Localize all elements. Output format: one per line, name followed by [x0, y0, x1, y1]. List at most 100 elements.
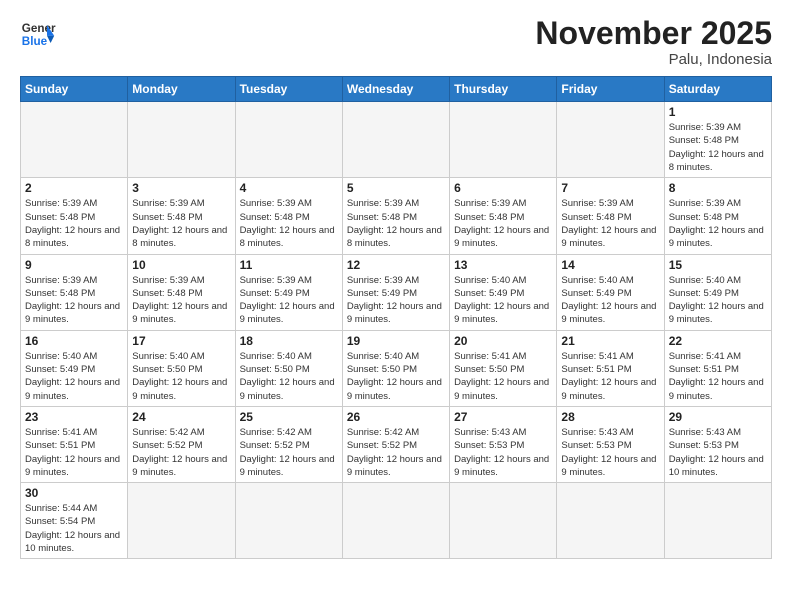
day-number: 18 — [240, 334, 338, 348]
month-title: November 2025 — [535, 16, 772, 51]
calendar-cell: 11Sunrise: 5:39 AM Sunset: 5:49 PM Dayli… — [235, 254, 342, 330]
day-info: Sunrise: 5:43 AM Sunset: 5:53 PM Dayligh… — [669, 426, 767, 479]
calendar-cell: 6Sunrise: 5:39 AM Sunset: 5:48 PM Daylig… — [450, 178, 557, 254]
day-number: 2 — [25, 181, 123, 195]
day-number: 11 — [240, 258, 338, 272]
day-info: Sunrise: 5:39 AM Sunset: 5:48 PM Dayligh… — [132, 274, 230, 327]
day-info: Sunrise: 5:41 AM Sunset: 5:51 PM Dayligh… — [669, 350, 767, 403]
header: General Blue November 2025 Palu, Indones… — [20, 16, 772, 68]
calendar-cell: 9Sunrise: 5:39 AM Sunset: 5:48 PM Daylig… — [21, 254, 128, 330]
calendar-cell: 27 Sunrise: 5:43 AM Sunset: 5:53 PM Dayli… — [450, 406, 557, 482]
day-number: 17 — [132, 334, 230, 348]
calendar-week-row: 23Sunrise: 5:41 AM Sunset: 5:51 PM Dayli… — [21, 406, 772, 482]
day-info: Sunrise: 5:40 AM Sunset: 5:50 PM Dayligh… — [347, 350, 445, 403]
day-number: 3 — [132, 181, 230, 195]
calendar-week-row: 2 Sunrise: 5:39 AM Sunset: 5:48 PM Daylig… — [21, 178, 772, 254]
calendar-cell — [557, 483, 664, 559]
day-info: Sunrise: 5:39 AM Sunset: 5:48 PM Dayligh… — [669, 197, 767, 250]
calendar-cell: 3 Sunrise: 5:39 AM Sunset: 5:48 PM Daylig… — [128, 178, 235, 254]
day-info: Sunrise: 5:39 AM Sunset: 5:48 PM Dayligh… — [132, 197, 230, 250]
day-number: 27 — [454, 410, 552, 424]
calendar-cell — [450, 102, 557, 178]
calendar-cell: 18 Sunrise: 5:40 AM Sunset: 5:50 PM Dayli… — [235, 330, 342, 406]
day-info: Sunrise: 5:42 AM Sunset: 5:52 PM Dayligh… — [347, 426, 445, 479]
calendar-cell: 5Sunrise: 5:39 AM Sunset: 5:48 PM Daylig… — [342, 178, 449, 254]
day-info: Sunrise: 5:40 AM Sunset: 5:50 PM Dayligh… — [240, 350, 338, 403]
day-number: 14 — [561, 258, 659, 272]
day-info: Sunrise: 5:39 AM Sunset: 5:48 PM Dayligh… — [347, 197, 445, 250]
day-number: 29 — [669, 410, 767, 424]
day-number: 15 — [669, 258, 767, 272]
calendar-cell: 10Sunrise: 5:39 AM Sunset: 5:48 PM Dayli… — [128, 254, 235, 330]
day-info: Sunrise: 5:39 AM Sunset: 5:48 PM Dayligh… — [561, 197, 659, 250]
calendar-cell: 29 Sunrise: 5:43 AM Sunset: 5:53 PM Dayli… — [664, 406, 771, 482]
day-number: 30 — [25, 486, 123, 500]
day-info: Sunrise: 5:40 AM Sunset: 5:49 PM Dayligh… — [561, 274, 659, 327]
calendar-cell: 25 Sunrise: 5:42 AM Sunset: 5:52 PM Dayli… — [235, 406, 342, 482]
day-number: 13 — [454, 258, 552, 272]
calendar-cell: 26Sunrise: 5:42 AM Sunset: 5:52 PM Dayli… — [342, 406, 449, 482]
calendar-cell — [21, 102, 128, 178]
day-number: 19 — [347, 334, 445, 348]
svg-text:Blue: Blue — [22, 35, 48, 48]
calendar-cell — [450, 483, 557, 559]
day-info: Sunrise: 5:43 AM Sunset: 5:53 PM Dayligh… — [561, 426, 659, 479]
calendar-cell — [128, 102, 235, 178]
calendar-week-row: 16Sunrise: 5:40 AM Sunset: 5:49 PM Dayli… — [21, 330, 772, 406]
title-section: November 2025 Palu, Indonesia — [535, 16, 772, 68]
day-info: Sunrise: 5:39 AM Sunset: 5:48 PM Dayligh… — [454, 197, 552, 250]
calendar-cell: 21 Sunrise: 5:41 AM Sunset: 5:51 PM Dayli… — [557, 330, 664, 406]
calendar-header-row: Sunday Monday Tuesday Wednesday Thursday… — [21, 77, 772, 102]
calendar-cell: 1Sunrise: 5:39 AM Sunset: 5:48 PM Daylig… — [664, 102, 771, 178]
day-info: Sunrise: 5:43 AM Sunset: 5:53 PM Dayligh… — [454, 426, 552, 479]
day-number: 25 — [240, 410, 338, 424]
calendar-cell: 15Sunrise: 5:40 AM Sunset: 5:49 PM Dayli… — [664, 254, 771, 330]
day-number: 22 — [669, 334, 767, 348]
location: Palu, Indonesia — [535, 51, 772, 68]
col-wednesday: Wednesday — [342, 77, 449, 102]
day-number: 7 — [561, 181, 659, 195]
calendar-cell: 23Sunrise: 5:41 AM Sunset: 5:51 PM Dayli… — [21, 406, 128, 482]
day-number: 8 — [669, 181, 767, 195]
day-number: 28 — [561, 410, 659, 424]
day-info: Sunrise: 5:39 AM Sunset: 5:48 PM Dayligh… — [25, 274, 123, 327]
day-info: Sunrise: 5:39 AM Sunset: 5:48 PM Dayligh… — [25, 197, 123, 250]
calendar-cell: 7 Sunrise: 5:39 AM Sunset: 5:48 PM Daylig… — [557, 178, 664, 254]
day-number: 12 — [347, 258, 445, 272]
day-info: Sunrise: 5:40 AM Sunset: 5:49 PM Dayligh… — [25, 350, 123, 403]
day-number: 23 — [25, 410, 123, 424]
day-info: Sunrise: 5:42 AM Sunset: 5:52 PM Dayligh… — [240, 426, 338, 479]
calendar-cell: 14 Sunrise: 5:40 AM Sunset: 5:49 PM Dayli… — [557, 254, 664, 330]
day-info: Sunrise: 5:39 AM Sunset: 5:48 PM Dayligh… — [669, 121, 767, 174]
calendar-cell: 24 Sunrise: 5:42 AM Sunset: 5:52 PM Dayli… — [128, 406, 235, 482]
col-tuesday: Tuesday — [235, 77, 342, 102]
day-info: Sunrise: 5:40 AM Sunset: 5:50 PM Dayligh… — [132, 350, 230, 403]
day-number: 20 — [454, 334, 552, 348]
calendar-table: Sunday Monday Tuesday Wednesday Thursday… — [20, 76, 772, 559]
calendar-cell: 28 Sunrise: 5:43 AM Sunset: 5:53 PM Dayli… — [557, 406, 664, 482]
day-number: 24 — [132, 410, 230, 424]
day-number: 21 — [561, 334, 659, 348]
day-info: Sunrise: 5:41 AM Sunset: 5:50 PM Dayligh… — [454, 350, 552, 403]
col-sunday: Sunday — [21, 77, 128, 102]
day-info: Sunrise: 5:39 AM Sunset: 5:49 PM Dayligh… — [347, 274, 445, 327]
calendar-week-row: 9Sunrise: 5:39 AM Sunset: 5:48 PM Daylig… — [21, 254, 772, 330]
day-info: Sunrise: 5:42 AM Sunset: 5:52 PM Dayligh… — [132, 426, 230, 479]
calendar-cell: 12 Sunrise: 5:39 AM Sunset: 5:49 PM Dayli… — [342, 254, 449, 330]
calendar-cell: 13 Sunrise: 5:40 AM Sunset: 5:49 PM Dayli… — [450, 254, 557, 330]
calendar-cell: 16Sunrise: 5:40 AM Sunset: 5:49 PM Dayli… — [21, 330, 128, 406]
day-info: Sunrise: 5:41 AM Sunset: 5:51 PM Dayligh… — [561, 350, 659, 403]
generalblue-logo-icon: General Blue — [20, 16, 56, 52]
day-info: Sunrise: 5:40 AM Sunset: 5:49 PM Dayligh… — [454, 274, 552, 327]
calendar-cell: 19 Sunrise: 5:40 AM Sunset: 5:50 PM Dayli… — [342, 330, 449, 406]
day-info: Sunrise: 5:39 AM Sunset: 5:48 PM Dayligh… — [240, 197, 338, 250]
calendar-cell: 2 Sunrise: 5:39 AM Sunset: 5:48 PM Daylig… — [21, 178, 128, 254]
col-saturday: Saturday — [664, 77, 771, 102]
logo: General Blue — [20, 16, 56, 52]
calendar-cell: 4Sunrise: 5:39 AM Sunset: 5:48 PM Daylig… — [235, 178, 342, 254]
calendar-cell — [128, 483, 235, 559]
calendar-cell: 22 Sunrise: 5:41 AM Sunset: 5:51 PM Dayli… — [664, 330, 771, 406]
col-thursday: Thursday — [450, 77, 557, 102]
calendar-cell — [664, 483, 771, 559]
calendar-week-row: 1Sunrise: 5:39 AM Sunset: 5:48 PM Daylig… — [21, 102, 772, 178]
